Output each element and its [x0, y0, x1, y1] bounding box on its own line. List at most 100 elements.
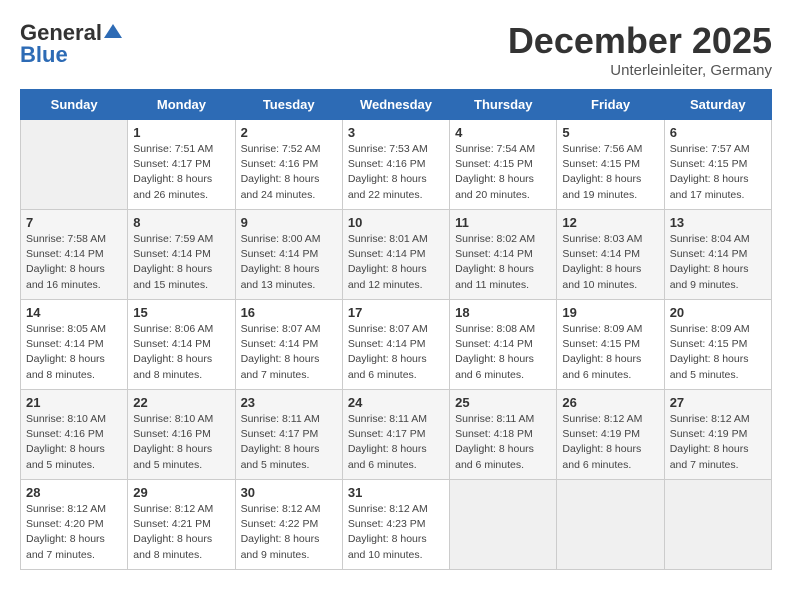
day-info: Sunrise: 8:01 AMSunset: 4:14 PMDaylight:…: [348, 232, 444, 293]
day-number: 10: [348, 215, 444, 230]
calendar-cell: 9 Sunrise: 8:00 AMSunset: 4:14 PMDaylight…: [235, 210, 342, 300]
calendar-week-row: 7 Sunrise: 7:58 AMSunset: 4:14 PMDaylight…: [21, 210, 772, 300]
day-number: 8: [133, 215, 229, 230]
day-info: Sunrise: 8:12 AMSunset: 4:22 PMDaylight:…: [241, 502, 337, 563]
header-saturday: Saturday: [664, 90, 771, 120]
day-number: 7: [26, 215, 122, 230]
calendar-cell: 19 Sunrise: 8:09 AMSunset: 4:15 PMDayligh…: [557, 300, 664, 390]
calendar-cell: 13 Sunrise: 8:04 AMSunset: 4:14 PMDayligh…: [664, 210, 771, 300]
day-number: 3: [348, 125, 444, 140]
calendar-cell: 8 Sunrise: 7:59 AMSunset: 4:14 PMDaylight…: [128, 210, 235, 300]
calendar-cell: 29Sunrise: 8:12 AMSunset: 4:21 PMDayligh…: [128, 480, 235, 570]
calendar-week-row: 21 Sunrise: 8:10 AMSunset: 4:16 PMDayligh…: [21, 390, 772, 480]
day-info: Sunrise: 8:11 AMSunset: 4:18 PMDaylight:…: [455, 412, 551, 473]
day-info: Sunrise: 8:12 AMSunset: 4:23 PMDaylight:…: [348, 502, 444, 563]
logo-blue-text: Blue: [20, 42, 68, 68]
day-info: Sunrise: 7:52 AMSunset: 4:16 PMDaylight:…: [241, 142, 337, 203]
calendar-cell: 24 Sunrise: 8:11 AMSunset: 4:17 PMDayligh…: [342, 390, 449, 480]
calendar-cell: 31 Sunrise: 8:12 AMSunset: 4:23 PMDayligh…: [342, 480, 449, 570]
day-number: 2: [241, 125, 337, 140]
day-number: 12: [562, 215, 658, 230]
day-info: Sunrise: 7:56 AMSunset: 4:15 PMDaylight:…: [562, 142, 658, 203]
calendar-cell: [450, 480, 557, 570]
day-info: Sunrise: 8:10 AMSunset: 4:16 PMDaylight:…: [26, 412, 122, 473]
header-wednesday: Wednesday: [342, 90, 449, 120]
calendar-cell: 30 Sunrise: 8:12 AMSunset: 4:22 PMDayligh…: [235, 480, 342, 570]
calendar-cell: 14 Sunrise: 8:05 AMSunset: 4:14 PMDayligh…: [21, 300, 128, 390]
day-info: Sunrise: 8:11 AMSunset: 4:17 PMDaylight:…: [241, 412, 337, 473]
calendar-cell: [664, 480, 771, 570]
day-info: Sunrise: 8:12 AMSunset: 4:20 PMDaylight:…: [26, 502, 122, 563]
calendar-cell: 16 Sunrise: 8:07 AMSunset: 4:14 PMDayligh…: [235, 300, 342, 390]
calendar-header: SundayMondayTuesdayWednesdayThursdayFrid…: [21, 90, 772, 120]
calendar-cell: [557, 480, 664, 570]
calendar-cell: 15 Sunrise: 8:06 AMSunset: 4:14 PMDayligh…: [128, 300, 235, 390]
day-info: Sunrise: 8:02 AMSunset: 4:14 PMDaylight:…: [455, 232, 551, 293]
day-info: Sunrise: 8:04 AMSunset: 4:14 PMDaylight:…: [670, 232, 766, 293]
calendar-cell: 26Sunrise: 8:12 AMSunset: 4:19 PMDayligh…: [557, 390, 664, 480]
calendar-body: 1Sunrise: 7:51 AMSunset: 4:17 PMDaylight…: [21, 120, 772, 570]
page-header: General Blue December 2025 Unterleinleit…: [20, 20, 772, 79]
day-number: 15: [133, 305, 229, 320]
month-title: December 2025: [508, 20, 772, 62]
calendar-week-row: 1Sunrise: 7:51 AMSunset: 4:17 PMDaylight…: [21, 120, 772, 210]
day-number: 5: [562, 125, 658, 140]
day-number: 27: [670, 395, 766, 410]
day-info: Sunrise: 8:08 AMSunset: 4:14 PMDaylight:…: [455, 322, 551, 383]
day-number: 9: [241, 215, 337, 230]
calendar-cell: 12Sunrise: 8:03 AMSunset: 4:14 PMDayligh…: [557, 210, 664, 300]
calendar-cell: 6Sunrise: 7:57 AMSunset: 4:15 PMDaylight…: [664, 120, 771, 210]
day-number: 24: [348, 395, 444, 410]
day-info: Sunrise: 8:00 AMSunset: 4:14 PMDaylight:…: [241, 232, 337, 293]
location: Unterleinleiter, Germany: [508, 62, 772, 79]
title-block: December 2025 Unterleinleiter, Germany: [508, 20, 772, 79]
day-info: Sunrise: 8:12 AMSunset: 4:19 PMDaylight:…: [670, 412, 766, 473]
calendar-week-row: 28 Sunrise: 8:12 AMSunset: 4:20 PMDayligh…: [21, 480, 772, 570]
header-tuesday: Tuesday: [235, 90, 342, 120]
logo: General Blue: [20, 20, 122, 68]
calendar-cell: 3 Sunrise: 7:53 AMSunset: 4:16 PMDaylight…: [342, 120, 449, 210]
day-number: 18: [455, 305, 551, 320]
logo-triangle-icon: [104, 22, 122, 40]
day-number: 20: [670, 305, 766, 320]
calendar-cell: [21, 120, 128, 210]
day-info: Sunrise: 7:59 AMSunset: 4:14 PMDaylight:…: [133, 232, 229, 293]
day-info: Sunrise: 7:58 AMSunset: 4:14 PMDaylight:…: [26, 232, 122, 293]
calendar-cell: 21 Sunrise: 8:10 AMSunset: 4:16 PMDayligh…: [21, 390, 128, 480]
header-thursday: Thursday: [450, 90, 557, 120]
day-number: 21: [26, 395, 122, 410]
day-info: Sunrise: 8:07 AMSunset: 4:14 PMDaylight:…: [241, 322, 337, 383]
calendar-cell: 20 Sunrise: 8:09 AMSunset: 4:15 PMDayligh…: [664, 300, 771, 390]
day-number: 16: [241, 305, 337, 320]
day-number: 17: [348, 305, 444, 320]
day-number: 26: [562, 395, 658, 410]
calendar-cell: 23 Sunrise: 8:11 AMSunset: 4:17 PMDayligh…: [235, 390, 342, 480]
day-info: Sunrise: 8:06 AMSunset: 4:14 PMDaylight:…: [133, 322, 229, 383]
calendar-cell: 18 Sunrise: 8:08 AMSunset: 4:14 PMDayligh…: [450, 300, 557, 390]
day-number: 25: [455, 395, 551, 410]
day-number: 14: [26, 305, 122, 320]
calendar-cell: 1Sunrise: 7:51 AMSunset: 4:17 PMDaylight…: [128, 120, 235, 210]
calendar-cell: 22Sunrise: 8:10 AMSunset: 4:16 PMDayligh…: [128, 390, 235, 480]
day-info: Sunrise: 7:53 AMSunset: 4:16 PMDaylight:…: [348, 142, 444, 203]
day-number: 19: [562, 305, 658, 320]
day-number: 29: [133, 485, 229, 500]
header-monday: Monday: [128, 90, 235, 120]
day-number: 30: [241, 485, 337, 500]
day-number: 28: [26, 485, 122, 500]
calendar-cell: 25 Sunrise: 8:11 AMSunset: 4:18 PMDayligh…: [450, 390, 557, 480]
day-number: 23: [241, 395, 337, 410]
day-info: Sunrise: 8:11 AMSunset: 4:17 PMDaylight:…: [348, 412, 444, 473]
day-number: 13: [670, 215, 766, 230]
day-number: 22: [133, 395, 229, 410]
calendar-cell: 11Sunrise: 8:02 AMSunset: 4:14 PMDayligh…: [450, 210, 557, 300]
day-info: Sunrise: 7:57 AMSunset: 4:15 PMDaylight:…: [670, 142, 766, 203]
header-row: SundayMondayTuesdayWednesdayThursdayFrid…: [21, 90, 772, 120]
day-number: 4: [455, 125, 551, 140]
day-info: Sunrise: 8:09 AMSunset: 4:15 PMDaylight:…: [562, 322, 658, 383]
calendar-table: SundayMondayTuesdayWednesdayThursdayFrid…: [20, 89, 772, 570]
calendar-cell: 7 Sunrise: 7:58 AMSunset: 4:14 PMDaylight…: [21, 210, 128, 300]
day-number: 31: [348, 485, 444, 500]
day-info: Sunrise: 8:05 AMSunset: 4:14 PMDaylight:…: [26, 322, 122, 383]
day-info: Sunrise: 8:09 AMSunset: 4:15 PMDaylight:…: [670, 322, 766, 383]
